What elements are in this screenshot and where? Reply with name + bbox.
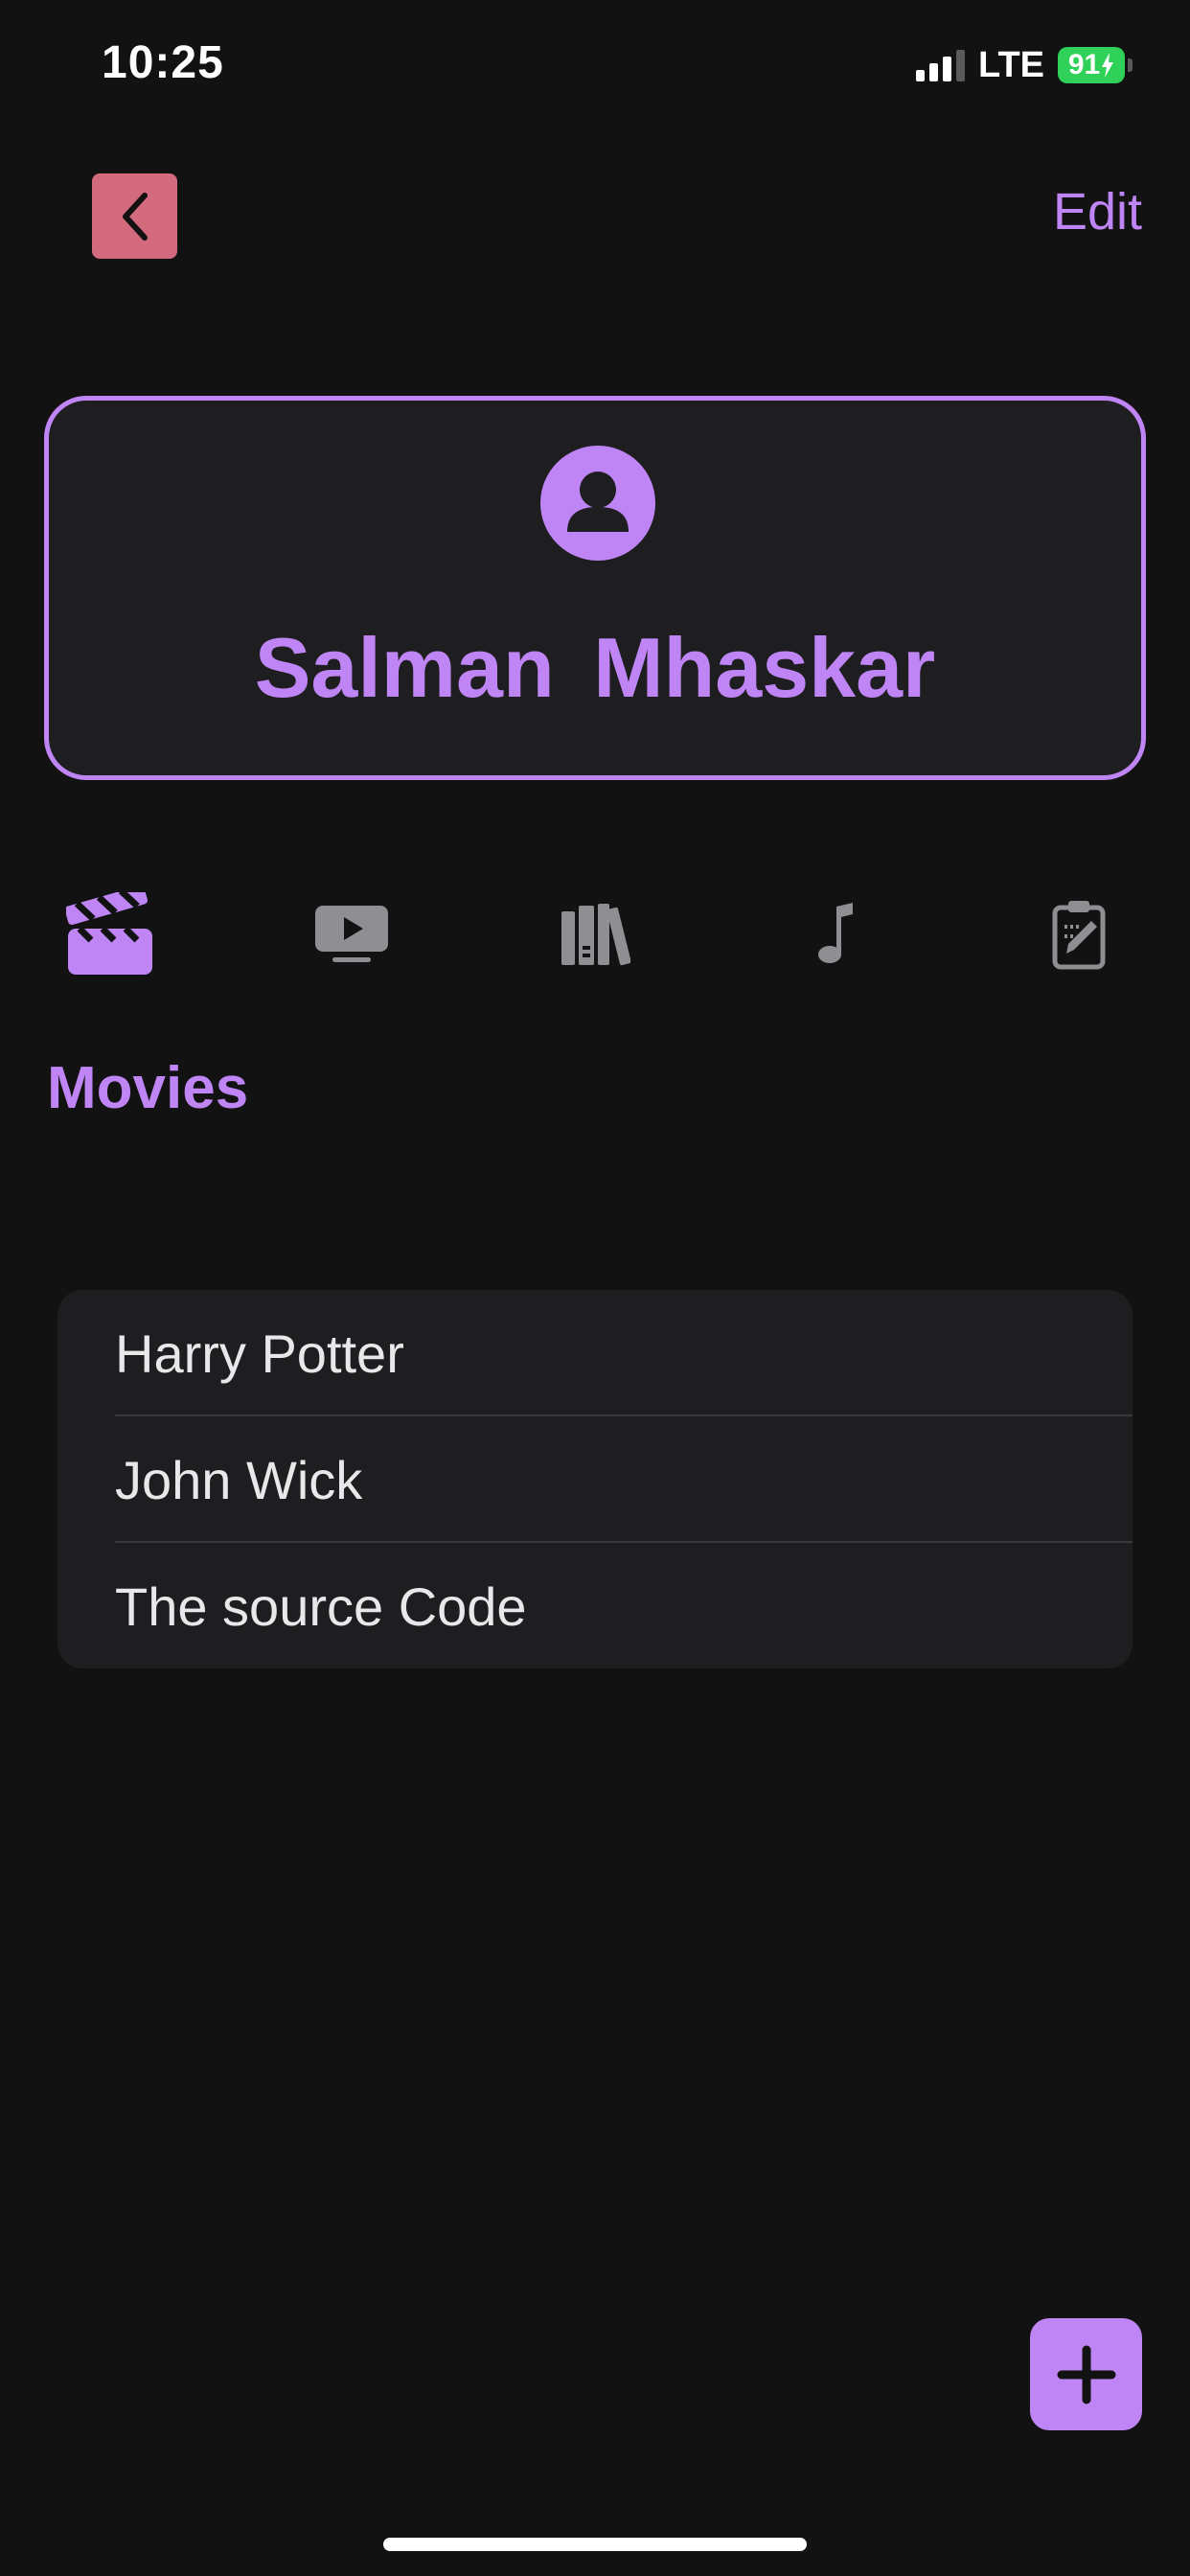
tab-tv-shows[interactable] bbox=[299, 882, 404, 987]
status-indicators: LTE 91 bbox=[916, 44, 1133, 85]
signal-strength-icon bbox=[916, 49, 966, 81]
edit-button[interactable]: Edit bbox=[1053, 182, 1142, 242]
movie-title: Harry Potter bbox=[115, 1322, 404, 1384]
tab-books[interactable] bbox=[542, 882, 648, 987]
back-button[interactable] bbox=[92, 173, 177, 259]
battery-level: 91 bbox=[1067, 49, 1101, 80]
person-icon bbox=[540, 446, 655, 561]
profile-name: Salman Mhaskar bbox=[254, 620, 936, 715]
category-tabs bbox=[0, 882, 1190, 987]
movie-title: The source Code bbox=[115, 1576, 527, 1637]
movie-title: John Wick bbox=[115, 1449, 363, 1510]
add-button[interactable] bbox=[1030, 2318, 1142, 2430]
home-indicator[interactable] bbox=[383, 2538, 807, 2551]
status-bar: 10:25 LTE 91 bbox=[0, 0, 1190, 134]
list-item[interactable]: Harry Potter bbox=[57, 1290, 1133, 1416]
tab-notes[interactable] bbox=[1027, 882, 1133, 987]
movies-list: Harry Potter John Wick The source Code bbox=[57, 1290, 1133, 1668]
profile-card: Salman Mhaskar bbox=[44, 396, 1146, 780]
tab-movies[interactable] bbox=[57, 882, 163, 987]
tv-play-icon bbox=[315, 906, 388, 962]
battery-icon: 91 bbox=[1058, 47, 1133, 83]
clipboard-edit-icon bbox=[1052, 901, 1106, 970]
section-title: Movies bbox=[47, 1055, 249, 1121]
screen: 10:25 LTE 91 Edit Salman Mhaskar Movies … bbox=[0, 0, 1190, 2576]
network-type: LTE bbox=[978, 44, 1044, 85]
chevron-left-icon bbox=[122, 192, 148, 241]
books-icon bbox=[561, 904, 630, 966]
tab-music[interactable] bbox=[783, 882, 888, 987]
plus-icon bbox=[1057, 2345, 1115, 2404]
charging-bolt-icon bbox=[1102, 53, 1114, 78]
list-item[interactable]: John Wick bbox=[57, 1416, 1133, 1543]
status-time: 10:25 bbox=[102, 37, 224, 88]
list-item[interactable]: The source Code bbox=[57, 1543, 1133, 1668]
clapperboard-icon bbox=[66, 892, 152, 975]
music-note-icon bbox=[818, 903, 853, 963]
